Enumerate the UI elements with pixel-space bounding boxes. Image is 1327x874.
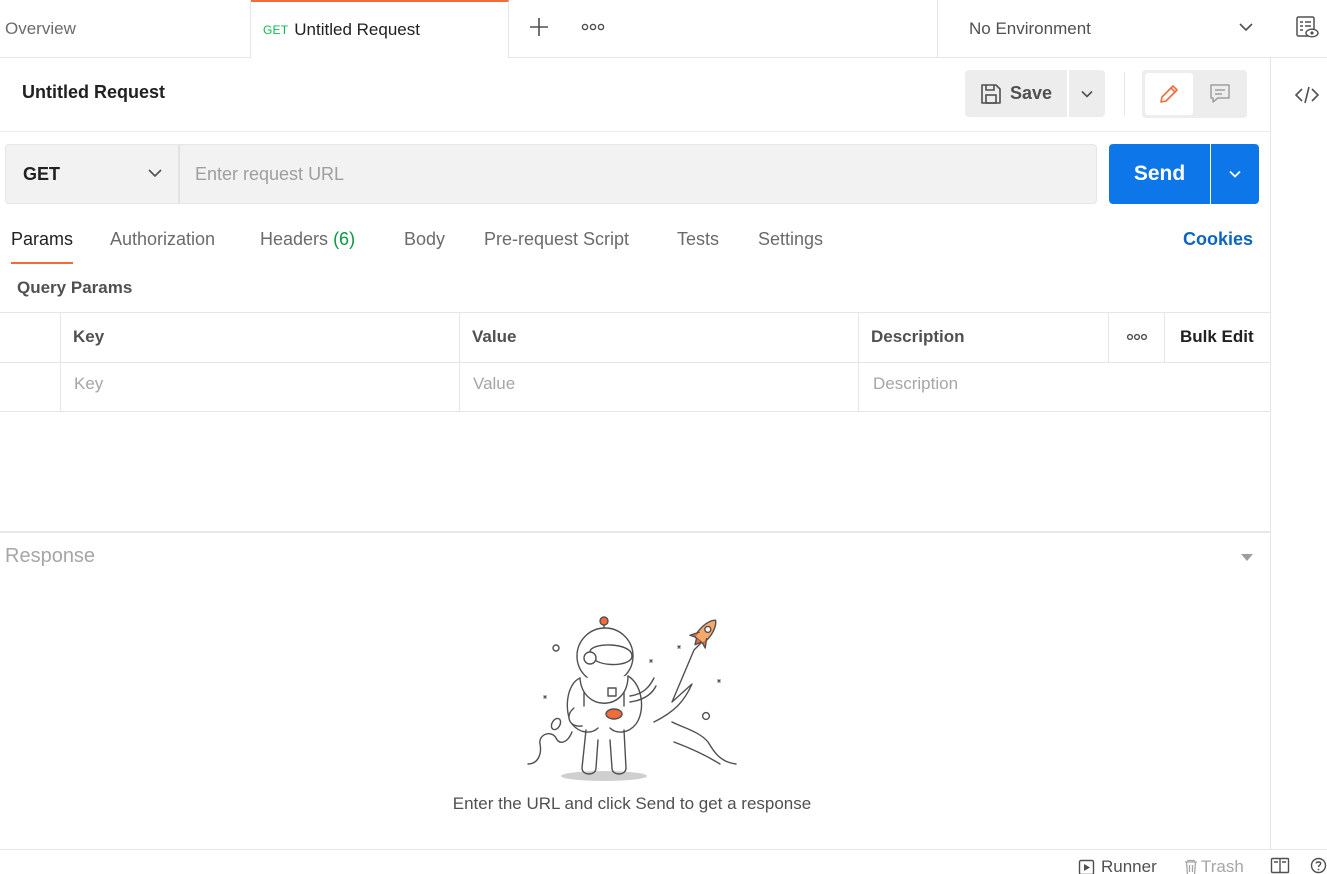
status-bar: [0, 849, 1327, 850]
header-divider: [1124, 72, 1125, 116]
method-label: GET: [23, 163, 61, 184]
runner-icon: [1078, 859, 1095, 874]
tab-params[interactable]: Params: [11, 229, 74, 264]
tab-tests-label: Tests: [677, 229, 720, 249]
astronaut-illustration: [524, 612, 740, 788]
more-horizontal-icon[interactable]: [579, 14, 607, 40]
tab-method-badge: GET: [263, 23, 289, 37]
tab-tests[interactable]: Tests: [677, 229, 719, 264]
response-empty-hint: Enter the URL and click Send to get a re…: [452, 794, 812, 813]
param-key-input[interactable]: Key: [74, 374, 103, 394]
save-options-button[interactable]: [1069, 70, 1105, 117]
table-border: [0, 362, 1270, 363]
tab-authorization[interactable]: Authorization: [110, 229, 215, 264]
tab-body[interactable]: Body: [404, 229, 445, 264]
pencil-icon[interactable]: [1145, 73, 1193, 115]
table-column-divider: [459, 313, 460, 411]
comment-icon[interactable]: [1196, 73, 1244, 115]
param-value-input[interactable]: Value: [473, 374, 515, 394]
runner-label: Runner: [1101, 857, 1157, 874]
chevron-down-icon: [1081, 90, 1093, 98]
plus-icon[interactable]: [526, 14, 552, 40]
save-icon: [980, 83, 1002, 105]
send-button[interactable]: Send: [1109, 144, 1210, 204]
trash-button[interactable]: Trash: [1183, 857, 1244, 874]
save-button[interactable]: Save: [965, 70, 1067, 117]
request-title[interactable]: Untitled Request: [22, 82, 165, 103]
cookies-link[interactable]: Cookies: [1183, 229, 1253, 250]
table-column-divider: [1108, 313, 1109, 362]
chevron-down-icon: [146, 164, 164, 182]
tab-overview-label: Overview: [5, 18, 76, 38]
tab-settings-label: Settings: [758, 229, 824, 249]
column-header-description: Description: [871, 327, 965, 346]
tab-pre-request-script[interactable]: Pre-request Script: [484, 229, 629, 264]
help-icon[interactable]: [1310, 857, 1327, 874]
tab-headers[interactable]: Headers (6): [260, 229, 355, 264]
two-pane-icon[interactable]: [1270, 857, 1290, 874]
caret-down-icon[interactable]: [1239, 550, 1255, 564]
column-header-value: Value: [472, 327, 517, 346]
environment-select[interactable]: No Environment: [937, 0, 1269, 57]
column-header-key: Key: [73, 327, 105, 346]
request-url-input[interactable]: [179, 144, 1097, 204]
chevron-down-icon: [1229, 170, 1241, 178]
send-label: Send: [1133, 162, 1186, 185]
code-icon[interactable]: [1294, 82, 1320, 108]
save-label: Save: [1010, 83, 1053, 103]
send-options-button[interactable]: [1211, 144, 1259, 204]
tab-authorization-label: Authorization: [110, 229, 216, 249]
tab-headers-label: Headers: [260, 229, 329, 249]
response-title: Response: [5, 545, 96, 567]
runner-button[interactable]: Runner: [1078, 857, 1157, 874]
header-separator: [0, 131, 1270, 132]
tab-settings[interactable]: Settings: [758, 229, 823, 264]
table-column-divider: [60, 313, 61, 411]
tab-pre-request-script-label: Pre-request Script: [484, 229, 630, 249]
trash-label: Trash: [1201, 857, 1244, 874]
more-horizontal-icon[interactable]: [1124, 326, 1150, 348]
table-border: [0, 411, 1270, 412]
table-column-divider: [1164, 313, 1165, 362]
environment-eye-icon[interactable]: [1294, 14, 1320, 40]
param-description-input[interactable]: Description: [873, 374, 958, 394]
table-column-divider: [858, 313, 859, 411]
trash-icon: [1183, 859, 1199, 874]
headers-count-badge: (6): [333, 229, 356, 249]
query-params-title: Query Params: [17, 278, 133, 297]
tab-body-label: Body: [404, 229, 446, 249]
environment-label: No Environment: [969, 18, 1091, 38]
chevron-down-icon[interactable]: [1236, 17, 1256, 37]
tab-params-label: Params: [11, 229, 74, 249]
tab-title: Untitled Request: [294, 20, 420, 39]
bulk-edit-button[interactable]: Bulk Edit: [1180, 327, 1254, 347]
table-border: [0, 312, 1270, 313]
tab-untitled-request[interactable]: GET Untitled Request: [251, 0, 509, 58]
tab-overview[interactable]: Overview: [0, 0, 251, 57]
response-resize-handle[interactable]: [0, 531, 1270, 533]
right-sidebar: [1270, 58, 1327, 849]
